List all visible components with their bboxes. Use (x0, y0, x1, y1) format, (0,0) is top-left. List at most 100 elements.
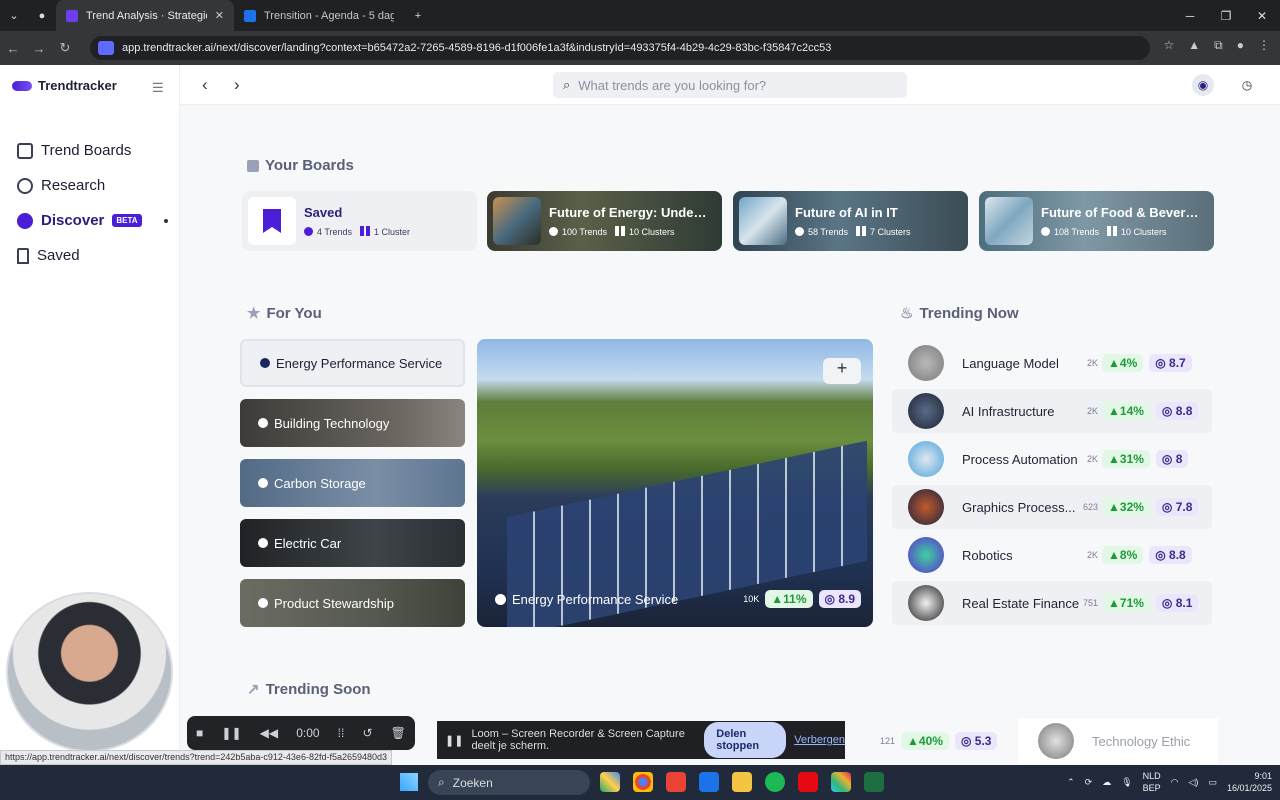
hide-link[interactable]: Verbergen (794, 734, 845, 746)
tray-chevron-icon[interactable]: ⌃ (1067, 777, 1075, 788)
boards-icon (247, 159, 259, 172)
language-indicator[interactable]: NLD BEP (1143, 770, 1161, 794)
sidebar-item-discover[interactable]: Discover BETA (17, 210, 168, 231)
forward-icon[interactable]: → (26, 41, 52, 56)
board-trends-count: 108 Trends (1041, 226, 1099, 237)
search-input[interactable] (578, 77, 879, 93)
trending-row-real-estate-finance[interactable]: Real Estate Finance 751 ▲71% ◎ 8.1 (892, 581, 1212, 625)
gmail-icon[interactable] (666, 772, 686, 792)
close-tab-icon[interactable]: ✕ (215, 9, 224, 22)
restart-icon[interactable]: ↺ (362, 726, 372, 740)
add-to-board-button[interactable]: + (823, 358, 861, 384)
url-field[interactable]: app.trendtracker.ai/next/discover/landin… (90, 36, 1150, 60)
for-you-building-technology[interactable]: Building Technology (240, 399, 465, 447)
file-explorer-icon[interactable] (732, 772, 752, 792)
microphone-icon[interactable]: 🎙 (1121, 777, 1132, 788)
trending-row-language-model[interactable]: Language Model 2K ▲4% ◎ 8.7 (892, 341, 1212, 385)
score-value: 8.1 (1175, 596, 1193, 610)
trending-soon-card[interactable]: 121 ▲40% ◎ 5.3 (880, 718, 998, 764)
taskbar-search[interactable]: ⌕ Zoeken (428, 770, 590, 795)
battery-icon[interactable]: ▭ (1208, 777, 1217, 788)
trending-row-ai-infrastructure[interactable]: AI Infrastructure 2K ▲14% ◎ 8.8 (892, 389, 1212, 433)
for-you-title: ★ For You (247, 304, 322, 323)
excel-icon[interactable] (864, 772, 884, 792)
pause-icon[interactable]: ❚❚ (221, 726, 241, 740)
item-dot-icon (258, 538, 268, 548)
chrome-icon[interactable] (633, 772, 653, 792)
board-future-of-energy[interactable]: Future of Energy: Unders... 100 Trends 1… (487, 191, 722, 251)
collapse-menu-icon[interactable]: ☰ (152, 80, 164, 96)
for-you-energy-performance-service[interactable]: Energy Performance Service (240, 339, 465, 387)
growth-badge: ▲31% (1102, 450, 1150, 468)
sidebar-item-research[interactable]: Research (17, 175, 168, 196)
sync-icon[interactable]: ⟳ (1085, 777, 1093, 788)
trending-row-process-automation[interactable]: Process Automation 2K ▲31% ◎ 8 (892, 437, 1212, 481)
prev-arrow-icon[interactable]: ‹ (202, 75, 208, 95)
board-name: Future of Food & Bevera... (1041, 205, 1201, 220)
recording-icon[interactable]: ● (28, 4, 56, 28)
clock[interactable]: 9:01 16/01/2025 (1227, 770, 1272, 794)
puzzle-icon[interactable]: ⧉ (1214, 38, 1223, 53)
spotify-icon[interactable] (765, 772, 785, 792)
for-you-carbon-storage[interactable]: Carbon Storage (240, 459, 465, 507)
featured-trend-card[interactable]: + Energy Performance Service 10K ▲11% ◎ … (477, 339, 873, 627)
profile-avatar-icon[interactable]: ● (1237, 38, 1244, 53)
board-saved[interactable]: Saved 4 Trends 1 Cluster (242, 191, 477, 251)
tab-agenda[interactable]: Trensition - Agenda - 5 dagen... (234, 0, 404, 31)
trending-soon-title: ↗ Trending Soon (247, 680, 371, 699)
for-you-product-stewardship[interactable]: Product Stewardship (240, 579, 465, 627)
reload-icon[interactable]: ↻ (52, 40, 78, 56)
maximize-icon[interactable]: ❐ (1208, 0, 1244, 31)
app: Trendtracker ☰ Trend Boards Research Dis… (0, 65, 1280, 765)
sidebar-item-trend-boards[interactable]: Trend Boards (17, 140, 168, 161)
featured-stats: 10K ▲11% ◎ 8.9 (743, 590, 861, 608)
wifi-icon[interactable]: ◠ (1171, 777, 1179, 788)
history-icon[interactable]: ◷ (1236, 74, 1258, 96)
slack-icon[interactable] (831, 772, 851, 792)
minimize-icon[interactable]: ─ (1172, 0, 1208, 31)
growth-value: 4% (1119, 356, 1138, 370)
site-info-icon[interactable] (98, 41, 114, 55)
menu-dots-icon[interactable]: ⋮ (1258, 38, 1270, 53)
tab-trend-analysis[interactable]: Trend Analysis · Strategic fo ✕ (56, 0, 234, 31)
cloud-icon[interactable]: ☁ (1102, 777, 1111, 788)
growth-badge: ▲71% (1102, 594, 1150, 612)
trending-row-graphics-processing[interactable]: Graphics Process... 623 ▲32% ◎ 7.8 (892, 485, 1212, 529)
star-icon[interactable]: ☆ (1164, 38, 1175, 53)
sidebar-item-saved[interactable]: Saved (17, 245, 168, 266)
for-you-electric-car[interactable]: Electric Car (240, 519, 465, 567)
google-drive-icon[interactable] (600, 772, 620, 792)
grid-icon[interactable]: ⁞⁞ (338, 726, 345, 740)
rewind-icon[interactable]: ◀◀ (260, 726, 278, 740)
growth-value: 40% (918, 734, 943, 748)
compass-button-icon[interactable]: ◉ (1192, 74, 1214, 96)
stop-sharing-button[interactable]: Delen stoppen (704, 722, 787, 758)
netflix-icon[interactable] (798, 772, 818, 792)
windows-taskbar: ⌕ Zoeken ⌃ ⟳ ☁ 🎙 NLD BEP ◠ ◁) ▭ 9:01 16/01… (0, 765, 1280, 800)
drive-extension-icon[interactable]: ▲ (1188, 38, 1200, 53)
search-bar[interactable]: ⌕ (553, 72, 907, 98)
trending-soon-card[interactable]: Technology Ethic (1018, 718, 1218, 764)
next-arrow-icon[interactable]: › (234, 75, 240, 95)
volume-icon[interactable]: ◁) (1189, 777, 1199, 788)
board-future-of-food[interactable]: Future of Food & Bevera... 108 Trends 10… (979, 191, 1214, 251)
search-icon: ⌕ (563, 77, 571, 92)
trend-name: AI Infrastructure (962, 403, 1055, 419)
windows-start-icon[interactable] (400, 773, 418, 791)
tab-search-icon[interactable]: ⌄ (0, 4, 28, 28)
back-icon[interactable]: ← (0, 41, 26, 56)
score-value: 7.8 (1175, 500, 1193, 514)
brand-logo[interactable]: Trendtracker (12, 78, 117, 93)
section-title-text: Trending Now (919, 304, 1019, 322)
featured-caption: Energy Performance Service (495, 592, 678, 607)
growth-badge: ▲8% (1102, 546, 1144, 564)
board-future-of-ai[interactable]: Future of AI in IT 58 Trends 7 Clusters (733, 191, 968, 251)
new-tab-icon[interactable]: + (404, 4, 432, 28)
delete-icon[interactable]: 🗑 (391, 726, 406, 740)
board-name: Saved (304, 205, 343, 220)
growth-value: 8% (1119, 548, 1138, 562)
close-window-icon[interactable]: ✕ (1244, 0, 1280, 31)
stop-recording-icon[interactable]: ■ (196, 726, 203, 740)
calendar-icon[interactable] (699, 772, 719, 792)
trending-row-robotics[interactable]: Robotics 2K ▲8% ◎ 8.8 (892, 533, 1212, 577)
